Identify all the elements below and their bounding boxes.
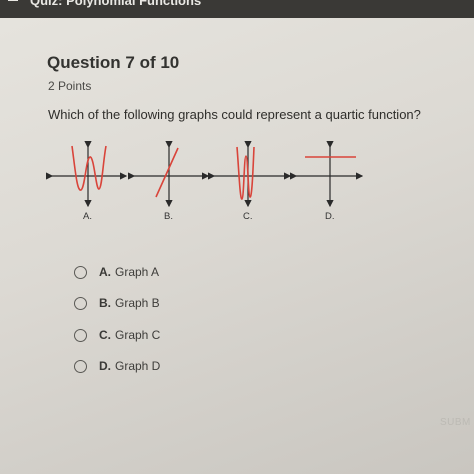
graph-b-label: B. (164, 211, 173, 222)
option-c[interactable]: C. Graph C (74, 325, 160, 345)
option-a[interactable]: A. Graph A (74, 262, 159, 282)
radio-b[interactable] (74, 296, 87, 310)
quiz-screen: Quiz: Polynomial Functions Question 7 of… (0, 0, 474, 474)
option-d-letter: D. (99, 359, 111, 373)
graph-a (46, 141, 128, 208)
option-a-letter: A. (99, 265, 111, 279)
option-d[interactable]: D. Graph D (74, 356, 160, 376)
option-b-text: Graph B (115, 296, 160, 310)
option-b[interactable]: B. Graph B (74, 293, 160, 313)
graph-a-label: A. (83, 211, 92, 222)
graph-c (208, 141, 292, 208)
option-d-text: Graph D (115, 359, 161, 373)
radio-d[interactable] (74, 359, 87, 373)
option-c-letter: C. (99, 328, 111, 342)
radio-c[interactable] (74, 328, 87, 342)
graph-d-label: D. (325, 211, 335, 222)
answer-graphs (46, 141, 364, 208)
radio-a[interactable] (74, 265, 87, 279)
graph-c-label: C. (243, 211, 253, 222)
graph-c-curve (236, 146, 255, 200)
submit-button[interactable]: SUBM (432, 412, 474, 434)
graph-b (128, 141, 210, 208)
graph-a-curve (71, 145, 107, 191)
graph-d (290, 141, 364, 208)
option-a-text: Graph A (115, 265, 160, 279)
graph-b-line (155, 147, 179, 198)
option-b-letter: B. (99, 296, 111, 310)
option-c-text: Graph C (115, 328, 161, 342)
